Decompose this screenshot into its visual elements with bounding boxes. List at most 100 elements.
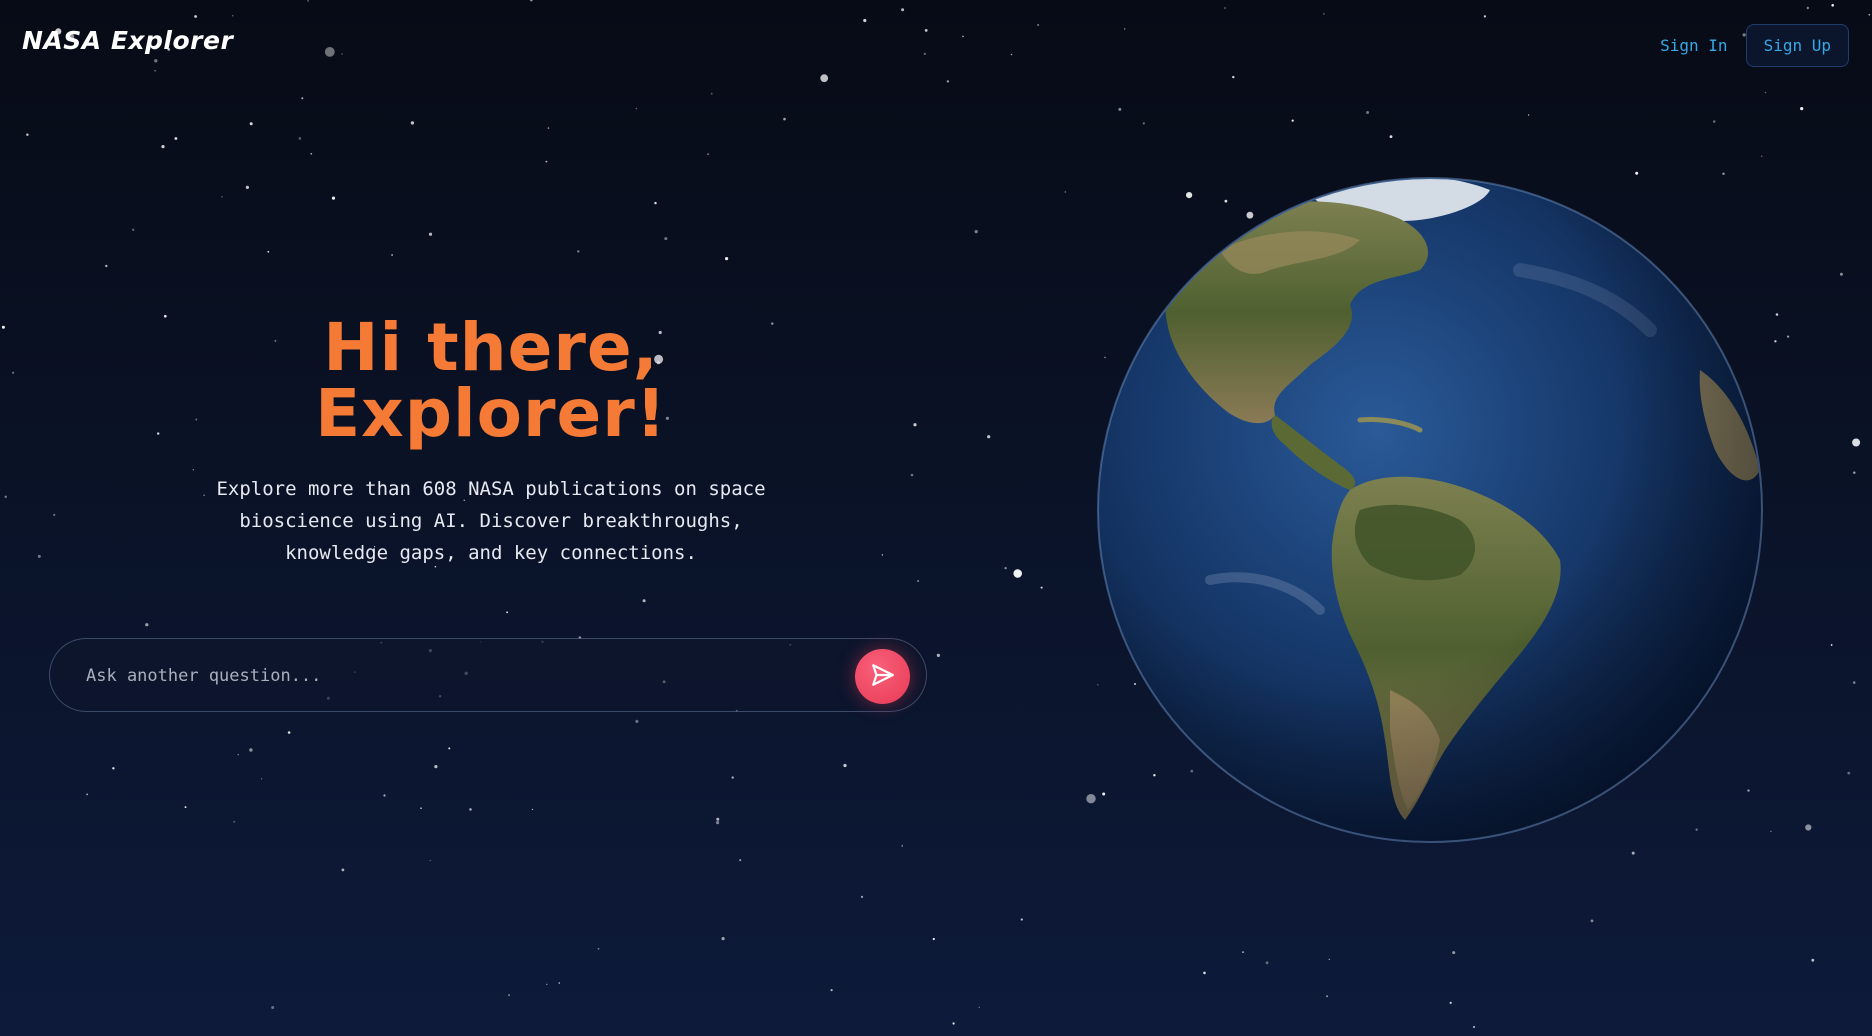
question-search-bar xyxy=(49,638,927,712)
star xyxy=(731,776,734,779)
star xyxy=(716,817,720,821)
star xyxy=(635,719,639,724)
star xyxy=(249,748,253,752)
sign-up-button[interactable]: Sign Up xyxy=(1745,24,1849,67)
star xyxy=(1142,122,1145,125)
star xyxy=(434,765,438,769)
star xyxy=(105,264,108,268)
star xyxy=(642,599,646,603)
star xyxy=(978,1006,980,1009)
star xyxy=(112,767,115,770)
star xyxy=(310,152,313,155)
star xyxy=(4,495,7,498)
star xyxy=(1118,107,1122,111)
star xyxy=(429,859,431,862)
star xyxy=(506,611,508,614)
star xyxy=(546,983,548,986)
star xyxy=(233,820,236,823)
star xyxy=(1449,1001,1452,1005)
send-button[interactable] xyxy=(855,649,910,704)
earth-illustration xyxy=(1097,177,1763,843)
star xyxy=(1800,107,1804,111)
star xyxy=(420,807,422,809)
star xyxy=(267,250,270,253)
star xyxy=(341,868,345,872)
star xyxy=(1472,1025,1476,1029)
star xyxy=(843,763,847,768)
star xyxy=(707,153,709,156)
star xyxy=(1527,114,1530,116)
star xyxy=(245,185,249,189)
hero-description: Explore more than 608 NASA publications … xyxy=(216,478,766,564)
star xyxy=(391,254,393,256)
star xyxy=(1805,824,1812,831)
star xyxy=(710,92,713,95)
star xyxy=(26,133,29,136)
paper-plane-icon xyxy=(870,662,896,691)
star xyxy=(237,754,239,756)
star xyxy=(1265,961,1269,965)
star xyxy=(1366,111,1370,114)
star xyxy=(1839,272,1843,276)
star xyxy=(161,145,165,149)
star xyxy=(664,237,668,241)
star xyxy=(1811,958,1815,962)
star xyxy=(12,371,15,374)
star xyxy=(635,107,638,110)
star xyxy=(410,121,415,125)
auth-actions: Sign In Sign Up xyxy=(1656,24,1849,67)
star xyxy=(1203,971,1206,975)
star xyxy=(952,1022,955,1025)
star xyxy=(987,435,991,439)
star xyxy=(936,653,941,658)
star xyxy=(932,937,935,941)
star xyxy=(86,793,88,796)
star xyxy=(917,580,919,582)
star xyxy=(249,122,253,126)
star xyxy=(1040,586,1043,589)
top-navigation-bar: NASA Explorer Sign In Sign Up xyxy=(0,0,1872,90)
headline-line-1: Hi there, xyxy=(323,309,659,386)
star xyxy=(1830,644,1833,646)
star xyxy=(1326,995,1329,998)
star xyxy=(1452,951,1456,955)
sign-in-button[interactable]: Sign In xyxy=(1656,26,1731,65)
star xyxy=(184,806,187,809)
star xyxy=(1847,771,1851,775)
question-input[interactable] xyxy=(84,655,848,697)
star xyxy=(469,808,472,811)
star xyxy=(174,137,178,140)
hero-section: Hi there, Explorer! Explore more than 60… xyxy=(48,315,934,569)
star xyxy=(577,250,580,253)
star xyxy=(1004,567,1007,570)
star xyxy=(545,160,548,163)
star xyxy=(1852,438,1861,447)
star xyxy=(1852,681,1856,684)
star xyxy=(725,257,729,261)
star xyxy=(860,895,864,899)
star xyxy=(271,1006,275,1009)
star xyxy=(428,232,433,236)
star xyxy=(901,845,903,847)
star xyxy=(739,859,742,862)
star xyxy=(145,623,149,627)
star xyxy=(221,196,223,198)
page-headline: Hi there, Explorer! xyxy=(48,315,934,447)
star xyxy=(716,821,720,825)
star xyxy=(287,731,291,734)
star xyxy=(1242,951,1244,953)
earth-globe[interactable] xyxy=(1060,130,1800,870)
star xyxy=(1013,569,1022,578)
star xyxy=(331,196,336,200)
star xyxy=(1853,471,1856,474)
headline-line-2: Explorer! xyxy=(315,375,667,452)
star xyxy=(261,778,263,780)
star xyxy=(597,947,600,950)
star xyxy=(830,989,833,992)
star xyxy=(654,201,657,205)
star xyxy=(1,325,5,329)
app-logo[interactable]: NASA Explorer xyxy=(22,26,233,55)
star xyxy=(1291,119,1294,122)
star xyxy=(1712,120,1716,123)
star xyxy=(508,994,510,996)
